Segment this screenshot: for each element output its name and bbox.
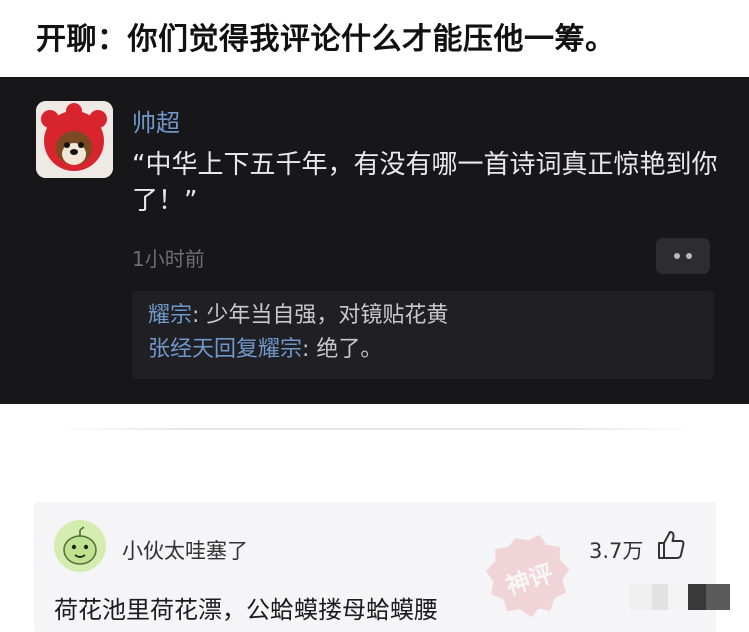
reply-separator: : bbox=[302, 337, 317, 362]
reply-list: 耀宗: 少年当自强，对镜贴花黄 张经天回复耀宗: 绝了。 bbox=[132, 291, 714, 379]
reply-text: 绝了。 bbox=[316, 337, 383, 362]
post-headline: 开聊：你们觉得我评论什么才能压他一筹。 bbox=[36, 22, 616, 57]
dog-avatar-icon bbox=[36, 101, 113, 178]
section-divider bbox=[56, 428, 696, 430]
comment-time: 1小时前 bbox=[132, 247, 205, 271]
reply-text: 少年当自强，对镜贴花黄 bbox=[206, 303, 449, 328]
blurred-region bbox=[630, 584, 730, 610]
more-dots-icon bbox=[686, 253, 692, 259]
watermark-stamp-icon: 神评 bbox=[485, 534, 570, 618]
like-count: 3.7万 bbox=[589, 539, 644, 563]
top-comment-panel: 帅超 “中华上下五千年，有没有哪一首诗词真正惊艳到你了！” 1小时前 耀宗: 少… bbox=[0, 77, 749, 404]
reply-item[interactable]: 耀宗: 少年当自强，对镜贴花黄 bbox=[148, 299, 714, 333]
comment-text: “中华上下五千年，有没有哪一首诗词真正惊艳到你了！” bbox=[132, 150, 718, 216]
reply-item[interactable]: 张经天回复耀宗: 绝了。 bbox=[148, 333, 714, 367]
blur-block bbox=[652, 584, 668, 610]
more-options-button[interactable] bbox=[656, 238, 710, 274]
blur-block bbox=[688, 584, 706, 610]
blur-block bbox=[630, 584, 652, 610]
thumbs-up-icon[interactable] bbox=[656, 529, 686, 561]
more-dots-icon bbox=[674, 253, 680, 259]
user-avatar[interactable] bbox=[54, 520, 106, 572]
blur-block bbox=[668, 584, 688, 610]
reply-separator: : bbox=[192, 303, 207, 328]
comment-author[interactable]: 帅超 bbox=[132, 103, 180, 138]
blur-block bbox=[706, 584, 730, 610]
green-cartoon-avatar-icon bbox=[54, 520, 106, 572]
reply-author[interactable]: 张经天回复耀宗 bbox=[148, 337, 302, 362]
reply-author[interactable]: 耀宗 bbox=[148, 303, 192, 328]
user-avatar[interactable] bbox=[36, 101, 113, 178]
comment-author[interactable]: 小伙太哇塞了 bbox=[122, 535, 248, 565]
comment-text: 荷花池里荷花漂，公蛤蟆搂母蛤蟆腰 bbox=[54, 596, 438, 624]
second-comment-card: 小伙太哇塞了 3.7万 神评 荷花池里荷花漂，公蛤蟆搂母蛤蟆腰 bbox=[34, 502, 716, 632]
